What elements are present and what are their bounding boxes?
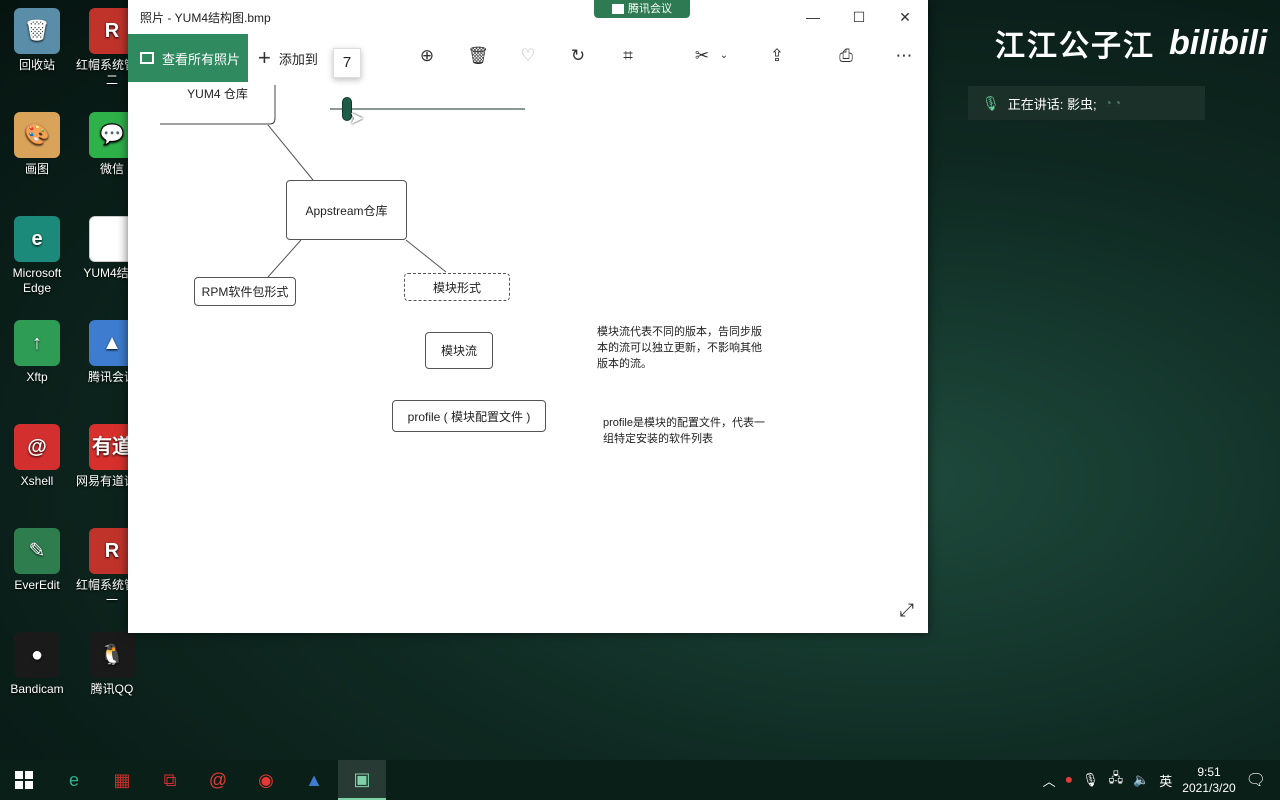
taskbar-meeting-icon[interactable]: ▲ [290, 760, 338, 800]
mouse-cursor-icon: ➤ [349, 108, 365, 128]
speaking-label: 正在讲话: 影虫; [1007, 96, 1097, 112]
stream-note: 模块流代表不同的版本，告同步版本的流可以独立更新，不影响其他版本的流。 [597, 326, 762, 370]
tray-chevron-up-icon[interactable]: ︿ [1043, 771, 1056, 790]
desktop-icon[interactable]: 🗑 回收站 [0, 8, 74, 73]
taskbar-xftp-icon[interactable]: ⧉ [146, 760, 194, 800]
paint-icon: 🎨 [14, 112, 60, 158]
audio-level-icon: ◔◔ [1104, 96, 1124, 110]
bilibili-logo: bilibili [1169, 23, 1268, 62]
profile-note: profile是模块的配置文件，代表一组特定安装的软件列表 [603, 417, 765, 445]
desktop-icon-label: EverEdit [14, 578, 60, 592]
desktop-icon[interactable]: @ Xshell [0, 424, 74, 489]
desktop-icon[interactable]: 🐧 腾讯QQ [75, 632, 149, 697]
notification-icon[interactable]: 🗨 [1246, 770, 1266, 790]
tray-record-icon[interactable]: ⏺ [1066, 772, 1073, 788]
ime-indicator[interactable]: 英 [1159, 771, 1172, 790]
meeting-speaking-indicator: 🎙 正在讲话: 影虫; ◔◔ [968, 86, 1205, 120]
clock[interactable]: 9:51 2021/3/20 [1182, 764, 1235, 796]
qq-icon: 🐧 [89, 632, 135, 678]
desktop-icon-label: 回收站 [18, 58, 55, 72]
node-rpm: RPM软件包形式 [194, 277, 296, 306]
bandicam-icon: ● [14, 632, 60, 678]
bilibili-watermark: 江江公子江 bilibili [995, 8, 1267, 78]
everedit-icon: ✎ [14, 528, 60, 574]
tray-mic-icon[interactable]: 🎙 [1082, 772, 1099, 788]
desktop-icon-label: Microsoft Edge [12, 266, 62, 295]
desktop-icon-label: 画图 [24, 162, 49, 176]
node-module-form: 模块形式 [404, 273, 510, 301]
desktop-icon[interactable]: ● Bandicam [0, 632, 74, 697]
desktop-icon-label: Bandicam [10, 682, 64, 696]
node-yum4: YUM4 仓库 [187, 86, 248, 101]
start-button[interactable] [0, 760, 48, 800]
xftp-icon: ↑ [14, 320, 60, 366]
clock-time: 9:51 [1197, 765, 1221, 779]
tray-network-icon[interactable]: 🖧 [1109, 769, 1124, 791]
desktop-icon[interactable]: e Microsoft Edge [0, 216, 74, 296]
desktop-icon-label: 腾讯QQ [90, 682, 134, 696]
node-profile: profile ( 模块配置文件 ) [392, 400, 546, 432]
tray-volume-icon[interactable]: 🔈 [1133, 772, 1149, 788]
desktop-icon[interactable]: ↑ Xftp [0, 320, 74, 385]
desktop-icon-label: Xftp [26, 370, 48, 384]
node-module-stream: 模块流 [425, 332, 493, 369]
recycle-bin-icon: 🗑 [14, 8, 60, 54]
photos-window: 照片 - YUM4结构图.bmp 腾讯会议 — ☐ ✕ 查看所有照片 + 添加到… [128, 0, 928, 633]
taskbar-store-icon[interactable]: ▦ [98, 760, 146, 800]
windows-logo-icon [15, 771, 33, 789]
desktop-icon-label: Xshell [20, 474, 54, 488]
taskbar-photos-icon[interactable]: ▣ [338, 760, 386, 800]
taskbar-xshell-icon[interactable]: @ [194, 760, 242, 800]
uploader-name: 江江公子江 [995, 29, 1155, 64]
taskbar: e ▦ ⧉ @ ◉ ▲ ▣ ︿ ⏺ 🎙 🖧 🔈 英 9:51 2021/3/20… [0, 760, 1280, 800]
xshell-icon: @ [14, 424, 60, 470]
taskbar-record-icon[interactable]: ◉ [242, 760, 290, 800]
taskbar-edge-icon[interactable]: e [50, 760, 98, 800]
clock-date: 2021/3/20 [1182, 781, 1236, 795]
system-tray: ︿ ⏺ 🎙 🖧 🔈 英 9:51 2021/3/20 🗨 [1043, 760, 1280, 800]
desktop-icon[interactable]: ✎ EverEdit [0, 528, 74, 593]
microphone-icon: 🎙 [982, 94, 1000, 111]
desktop-icon[interactable]: 🎨 画图 [0, 112, 74, 177]
fullscreen-icon[interactable]: ⤢ [900, 600, 914, 621]
edge-icon: e [14, 216, 60, 262]
node-appstream: Appstream仓库 [286, 180, 407, 240]
